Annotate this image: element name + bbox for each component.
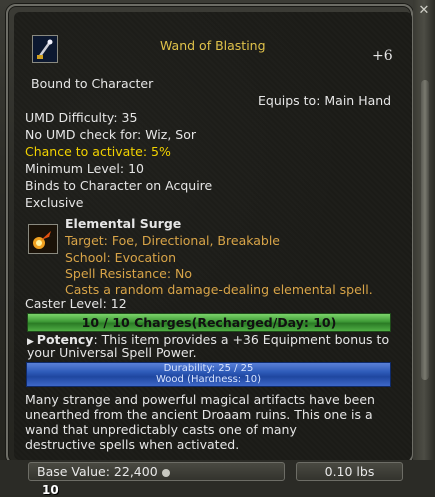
equips-text: Equips to: Main Hand bbox=[258, 93, 392, 108]
spell-target: Target: Foe, Directional, Breakable bbox=[65, 233, 281, 248]
weight-text: 0.10 lbs bbox=[324, 464, 375, 479]
charges-bar: 10 / 10 Charges(Recharged/Day: 10) bbox=[27, 313, 391, 332]
caster-level: Caster Level: 12 bbox=[25, 296, 127, 311]
weight-box: 0.10 lbs bbox=[296, 462, 403, 481]
item-name: Wand of Blasting bbox=[160, 38, 266, 53]
coin-icon bbox=[161, 468, 170, 477]
item-plus: +6 bbox=[372, 48, 393, 64]
binds-on-acquire: Binds to Character on Acquire bbox=[25, 178, 213, 193]
base-value-box: Base Value: 22,400 bbox=[28, 462, 285, 481]
durability-bar: Durability: 25 / 25 Wood (Hardness: 10) bbox=[26, 362, 391, 387]
chance-to-activate: Chance to activate: 5% bbox=[25, 144, 171, 159]
exclusive-text: Exclusive bbox=[25, 195, 84, 210]
lore-line-4: destructive spells when activated. bbox=[25, 437, 240, 452]
umd-difficulty: UMD Difficulty: 35 bbox=[25, 110, 138, 125]
lore-line-3: wand that unpredictably casts one of man… bbox=[25, 422, 297, 437]
durability-text: Durability: 25 / 25 bbox=[163, 363, 254, 374]
scrollbar[interactable]: ✕ bbox=[413, 0, 435, 495]
spell-name: Elemental Surge bbox=[65, 216, 182, 231]
bound-text: Bound to Character bbox=[31, 76, 154, 91]
scrollbar-thumb[interactable] bbox=[421, 80, 429, 380]
charges-text: 10 / 10 Charges(Recharged/Day: 10) bbox=[81, 315, 337, 330]
material-text: Wood (Hardness: 10) bbox=[156, 374, 261, 385]
fire-burst-icon bbox=[28, 224, 58, 254]
close-icon[interactable]: ✕ bbox=[417, 4, 431, 18]
no-umd-check: No UMD check for: Wiz, Sor bbox=[25, 127, 197, 142]
spell-description: Casts a random damage-dealing elemental … bbox=[65, 282, 373, 297]
minimum-level: Minimum Level: 10 bbox=[25, 161, 144, 176]
base-value-text: Base Value: 22,400 bbox=[37, 464, 158, 479]
wand-icon bbox=[32, 35, 58, 63]
potency-text-2: your Universal Spell Power. bbox=[27, 345, 197, 360]
lore-line-2: unearthed from the ancient Droaam ruins.… bbox=[25, 407, 373, 422]
spell-resistance: Spell Resistance: No bbox=[65, 266, 193, 281]
lore-line-1: Many strange and powerful magical artifa… bbox=[25, 392, 375, 407]
spell-school: School: Evocation bbox=[65, 250, 177, 265]
